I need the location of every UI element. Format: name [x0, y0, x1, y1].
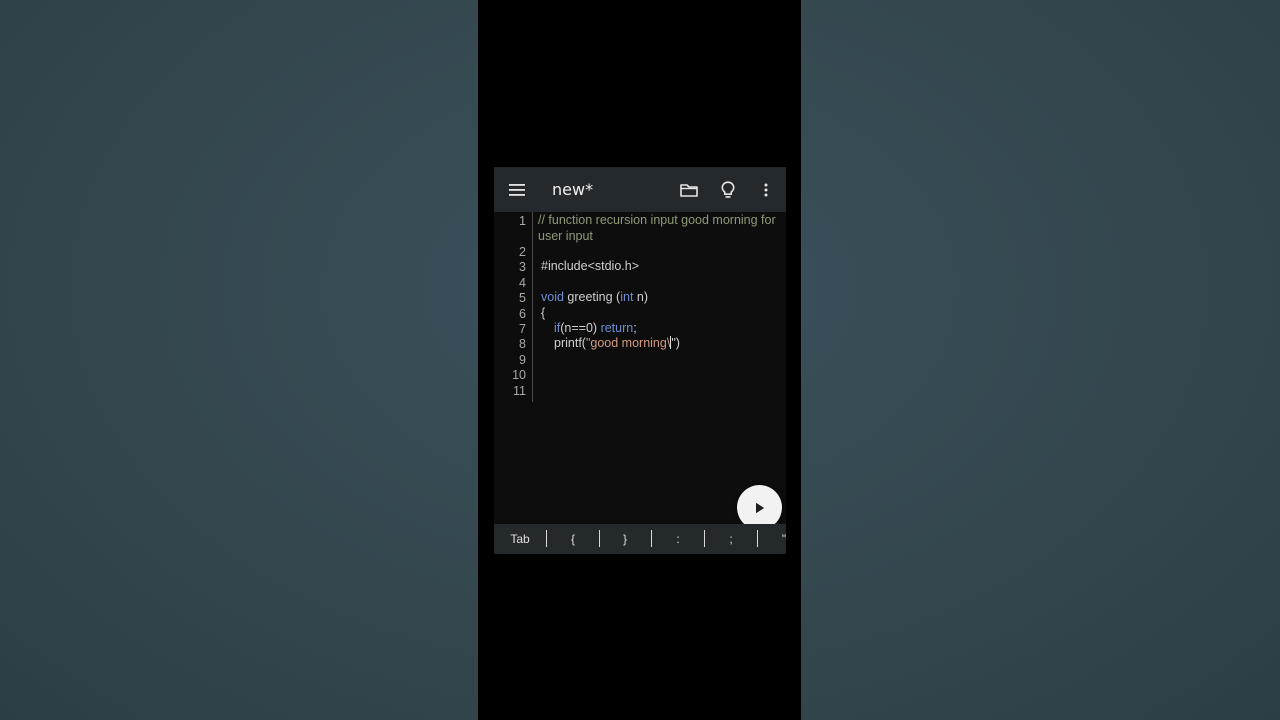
key-separator [546, 530, 547, 547]
shortcut-key-bar: Tab { } : ; " [494, 524, 786, 554]
line-number: 8 [519, 337, 526, 351]
line-number: 2 [519, 245, 526, 259]
line-number: 4 [519, 276, 526, 290]
function-name: greeting ( [563, 290, 621, 304]
line-number: 7 [519, 322, 526, 336]
toolbar: new* [494, 167, 786, 212]
line-number: 1 [519, 214, 526, 228]
key-separator [651, 530, 652, 547]
keyword-return: return [600, 321, 634, 335]
line-number: 11 [513, 384, 526, 398]
line-number: 5 [519, 291, 526, 305]
code-line-function: void greeting (int n) [541, 290, 785, 306]
code-line-if: if(n==0) return; [554, 321, 798, 337]
code-editor-app: new* 1 2 3 4 5 6 7 8 9 10 11 // function… [494, 167, 786, 554]
hamburger-menu-icon[interactable] [504, 167, 530, 212]
play-icon [755, 502, 764, 513]
line-number: 9 [519, 353, 526, 367]
folder-icon[interactable] [678, 167, 700, 212]
keyword-void: void [541, 290, 564, 304]
key-separator [599, 530, 600, 547]
code-comment: // function recursion input good morning… [538, 213, 776, 243]
line-number: 3 [519, 260, 526, 274]
line-number: 6 [519, 307, 526, 321]
open-brace: { [541, 306, 546, 320]
phone-screen: new* 1 2 3 4 5 6 7 8 9 10 11 // function… [478, 0, 801, 720]
lightbulb-icon[interactable] [718, 167, 738, 212]
printf-call: printf( [554, 336, 586, 350]
code-line-printf: printf("good morning\") [554, 336, 798, 352]
semicolon: ; [633, 321, 637, 335]
key-semicolon[interactable]: ; [707, 524, 755, 554]
code-line-include: #include<stdio.h> [541, 259, 785, 275]
key-colon[interactable]: : [654, 524, 702, 554]
code-area[interactable]: 1 2 3 4 5 6 7 8 9 10 11 // function recu… [494, 212, 786, 524]
key-open-brace[interactable]: { [549, 524, 597, 554]
file-title: new* [552, 180, 594, 199]
key-tab[interactable]: Tab [496, 524, 544, 554]
string-literal: "good morning\ [585, 336, 671, 350]
if-condition: (n==0) [560, 321, 601, 335]
string-close: ") [671, 336, 680, 350]
param-rest: n) [633, 290, 649, 304]
key-double-quote[interactable]: " [760, 524, 786, 554]
keyword-int: int [620, 290, 634, 304]
line-number: 10 [512, 368, 526, 382]
key-separator [757, 530, 758, 547]
key-separator [704, 530, 705, 547]
code-line-brace: { [541, 306, 785, 322]
include-directive: #include<stdio.h> [541, 259, 639, 273]
gutter-divider [532, 212, 533, 402]
more-vertical-icon[interactable] [758, 167, 774, 212]
key-close-brace[interactable]: } [601, 524, 649, 554]
